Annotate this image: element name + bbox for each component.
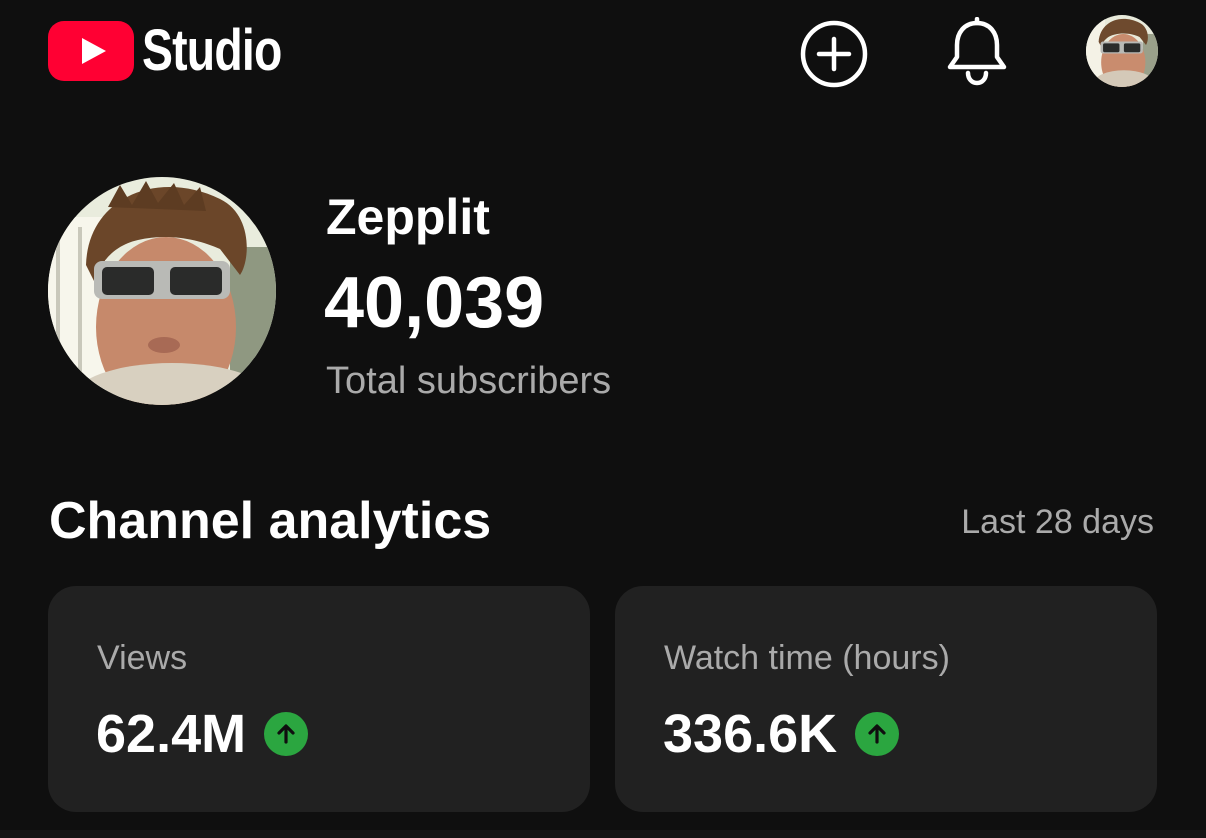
watch-time-value: 336.6K <box>663 704 838 764</box>
arrow-up-icon <box>855 712 900 756</box>
views-label: Views <box>97 639 188 677</box>
views-value-row: 62.4M <box>96 704 309 764</box>
watch-time-label: Watch time (hours) <box>664 639 950 677</box>
channel-avatar-image <box>48 177 276 405</box>
youtube-play-icon <box>48 21 134 81</box>
studio-logo[interactable]: Studio <box>48 20 316 82</box>
avatar-image <box>1086 15 1158 87</box>
subscriber-count: 40,039 <box>324 263 545 343</box>
bell-icon[interactable] <box>944 17 1010 87</box>
bottom-divider <box>0 830 1206 838</box>
account-avatar[interactable] <box>1086 15 1158 87</box>
channel-avatar[interactable] <box>48 177 276 405</box>
arrow-up-icon <box>264 712 309 756</box>
views-value: 62.4M <box>96 704 247 764</box>
analytics-period: Last 28 days <box>961 503 1154 541</box>
plus-circle-icon[interactable] <box>799 19 869 89</box>
watch-time-card[interactable]: Watch time (hours) 336.6K <box>615 586 1157 812</box>
logo-text: Studio <box>142 18 282 83</box>
channel-name: Zepplit <box>326 189 490 245</box>
views-card[interactable]: Views 62.4M <box>48 586 590 812</box>
watch-time-value-row: 336.6K <box>663 704 900 764</box>
analytics-title: Channel analytics <box>49 492 492 550</box>
subscriber-label: Total subscribers <box>326 360 612 402</box>
